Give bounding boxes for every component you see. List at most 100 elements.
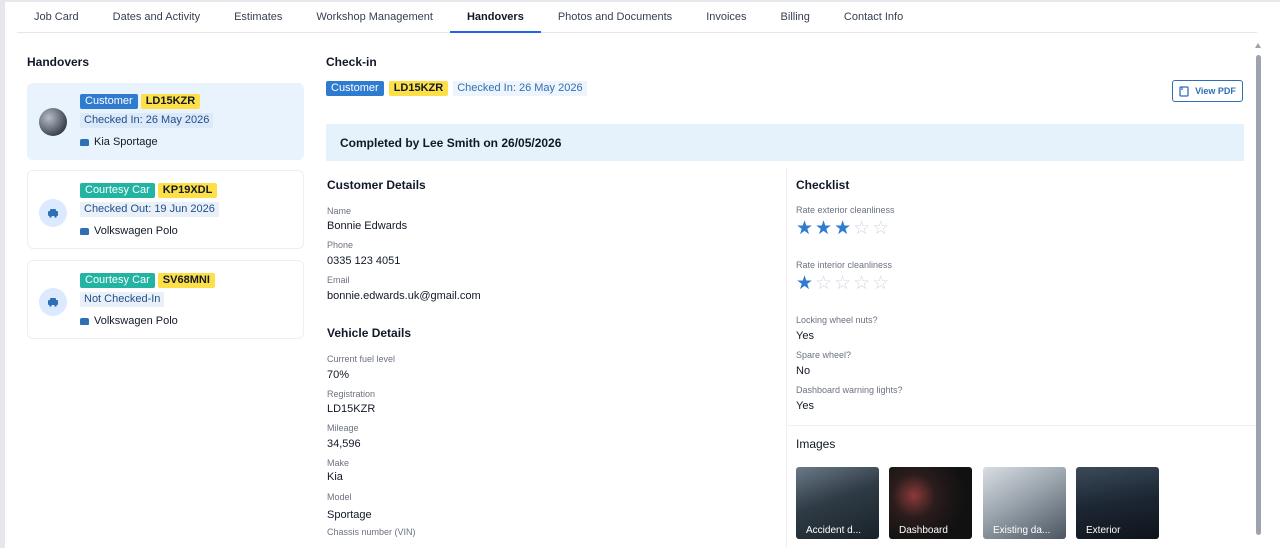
star-empty-icon: ☆ — [815, 273, 833, 294]
handover-card-courtesy-1[interactable]: Courtesy Car KP19XDL Checked Out: 19 Jun… — [27, 170, 304, 249]
registration-label: Registration — [327, 389, 376, 399]
checked-in-text: Checked In: 26 May 2026 — [453, 81, 587, 96]
locking-value: Yes — [796, 330, 814, 342]
tab-dates-and-activity[interactable]: Dates and Activity — [96, 2, 217, 33]
dashboard-value: Yes — [796, 400, 814, 412]
vehicle-label: Volkswagen Polo — [94, 315, 178, 327]
name-value: Bonnie Edwards — [327, 220, 408, 232]
phone-value: 0335 123 4051 — [327, 255, 401, 267]
tab-workshop-management[interactable]: Workshop Management — [299, 2, 450, 33]
customer-details-title: Customer Details — [327, 178, 426, 192]
tab-invoices[interactable]: Invoices — [689, 2, 763, 33]
make-label: Make — [327, 458, 350, 468]
model-label: Model — [327, 492, 352, 502]
type-badge: Customer — [80, 94, 138, 109]
name-label: Name — [327, 206, 352, 216]
vehicle-label: Volkswagen Polo — [94, 225, 178, 237]
interior-label: Rate interior cleanliness — [796, 260, 893, 270]
image-thumbnail-accident[interactable]: Accident d... — [796, 467, 879, 539]
vin-label: Chassis number (VIN) — [327, 527, 416, 537]
star-empty-icon: ☆ — [853, 273, 871, 294]
email-value: bonnie.edwards.uk@gmail.com — [327, 290, 481, 302]
type-badge: Courtesy Car — [80, 273, 155, 288]
fuel-value: 70% — [327, 369, 350, 381]
column-divider — [786, 168, 787, 548]
status-text: Checked Out: 19 Jun 2026 — [80, 202, 219, 217]
star-filled-icon: ★ — [815, 218, 833, 239]
star-filled-icon: ★ — [834, 218, 852, 239]
phone-label: Phone — [327, 240, 354, 250]
image-caption: Dashboard — [899, 525, 948, 536]
status-text: Not Checked-In — [80, 292, 165, 307]
image-thumbnail-exterior[interactable]: Exterior — [1076, 467, 1159, 539]
plate-badge: SV68MNI — [157, 273, 215, 288]
document-icon — [1179, 85, 1189, 97]
window-left-border — [0, 0, 5, 548]
star-filled-icon: ★ — [796, 273, 814, 294]
interior-rating-stars: ★ ☆ ☆ ☆ ☆ — [796, 274, 889, 293]
dashboard-label: Dashboard warning lights? — [796, 385, 903, 395]
mileage-label: Mileage — [327, 423, 359, 433]
vehicle-name: Kia Sportage — [80, 136, 213, 148]
checklist-title: Checklist — [796, 178, 850, 192]
locking-label: Locking wheel nuts? — [796, 315, 878, 325]
detail-title: Check-in — [326, 55, 377, 69]
scrollbar-thumb[interactable] — [1256, 55, 1261, 535]
car-icon — [80, 227, 89, 235]
car-icon — [80, 138, 89, 146]
spare-value: No — [796, 365, 811, 377]
image-thumbnail-dashboard[interactable]: Dashboard — [889, 467, 972, 539]
vehicle-photo-avatar — [39, 108, 67, 136]
mileage-value: 34,596 — [327, 438, 361, 450]
image-caption: Existing da... — [993, 525, 1051, 536]
email-label: Email — [327, 275, 350, 285]
tab-bar: Job Card Dates and Activity Estimates Wo… — [17, 2, 1257, 33]
section-divider — [786, 425, 1256, 426]
view-pdf-button[interactable]: View PDF — [1172, 80, 1243, 102]
registration-value: LD15KZR — [327, 403, 376, 415]
car-icon — [48, 298, 58, 307]
star-empty-icon: ☆ — [853, 218, 871, 239]
scroll-up-arrow-icon[interactable] — [1255, 43, 1261, 48]
type-badge: Courtesy Car — [80, 183, 155, 198]
exterior-rating-stars: ★ ★ ★ ☆ ☆ — [796, 219, 889, 238]
tab-billing[interactable]: Billing — [764, 2, 827, 33]
status-text: Checked In: 26 May 2026 — [80, 113, 214, 128]
fuel-label: Current fuel level — [327, 354, 396, 364]
tab-handovers[interactable]: Handovers — [449, 2, 541, 33]
view-pdf-label: View PDF — [1195, 86, 1236, 96]
plate-badge: LD15KZR — [140, 94, 201, 109]
plate-badge: LD15KZR — [388, 81, 449, 96]
handover-card-courtesy-2[interactable]: Courtesy Car SV68MNI Not Checked-In Volk… — [27, 260, 304, 339]
image-thumbnail-existing-damage[interactable]: Existing da... — [983, 467, 1066, 539]
star-filled-icon: ★ — [796, 218, 814, 239]
car-icon — [48, 209, 58, 218]
image-caption: Accident d... — [806, 525, 862, 536]
images-title: Images — [796, 437, 836, 451]
tab-estimates[interactable]: Estimates — [217, 2, 299, 33]
tab-photos-and-documents[interactable]: Photos and Documents — [541, 2, 689, 33]
star-empty-icon: ☆ — [872, 273, 890, 294]
star-empty-icon: ☆ — [872, 218, 890, 239]
image-caption: Exterior — [1086, 525, 1121, 536]
make-value: Kia — [327, 471, 343, 483]
car-avatar — [39, 288, 67, 316]
star-empty-icon: ☆ — [834, 273, 852, 294]
vehicle-name: Volkswagen Polo — [80, 225, 219, 237]
car-icon — [80, 317, 89, 325]
tab-contact-info[interactable]: Contact Info — [827, 2, 920, 33]
type-badge: Customer — [326, 81, 384, 96]
model-value: Sportage — [327, 509, 372, 521]
vehicle-label: Kia Sportage — [94, 136, 158, 148]
plate-badge: KP19XDL — [157, 183, 218, 198]
spare-label: Spare wheel? — [796, 350, 852, 360]
exterior-label: Rate exterior cleanliness — [796, 205, 895, 215]
handovers-title: Handovers — [27, 55, 90, 69]
vehicle-name: Volkswagen Polo — [80, 315, 215, 327]
detail-badges: Customer LD15KZR Checked In: 26 May 2026 — [326, 81, 587, 96]
car-avatar — [39, 199, 67, 227]
tab-job-card[interactable]: Job Card — [17, 2, 96, 33]
handover-card-customer[interactable]: Customer LD15KZR Checked In: 26 May 2026… — [27, 83, 304, 160]
vehicle-details-title: Vehicle Details — [327, 326, 412, 340]
completed-banner: Completed by Lee Smith on 26/05/2026 — [326, 124, 1244, 161]
